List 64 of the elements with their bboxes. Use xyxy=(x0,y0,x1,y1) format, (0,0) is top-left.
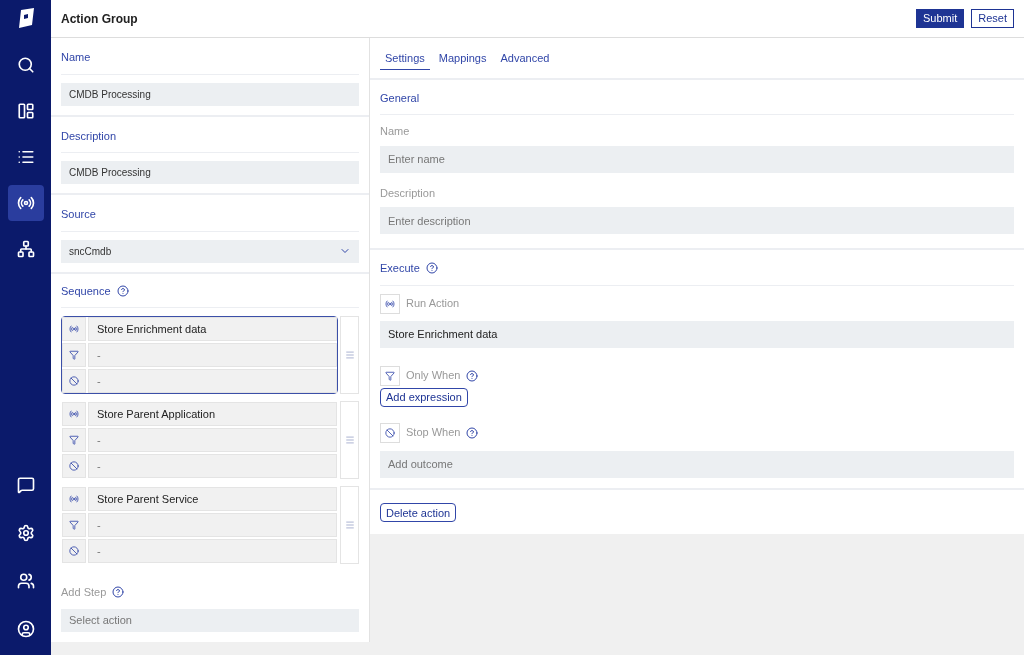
help-icon[interactable] xyxy=(116,284,129,297)
tab[interactable]: Mappings xyxy=(433,50,492,70)
field-label: Name xyxy=(380,124,411,139)
step-stop: - xyxy=(88,369,337,393)
help-icon[interactable] xyxy=(112,586,125,599)
stop-icon xyxy=(69,461,79,471)
add-expression-button[interactable]: Add expression xyxy=(380,387,468,407)
stop-icon xyxy=(69,546,79,556)
step-condition: - xyxy=(88,428,337,452)
step-condition: - xyxy=(88,343,337,367)
field-label: Run Action xyxy=(406,296,460,312)
step-action: Store Parent Service xyxy=(88,487,337,511)
name-field[interactable]: CMDB Processing xyxy=(61,82,359,106)
step-condition: - xyxy=(88,513,337,537)
source-dropdown[interactable]: sncCmdb xyxy=(61,239,359,263)
help-icon[interactable] xyxy=(466,369,479,382)
reset-button[interactable]: Reset xyxy=(971,9,1014,28)
select-action-field[interactable]: Select action xyxy=(61,608,359,632)
step-stop: - xyxy=(88,539,337,563)
filter-icon xyxy=(385,370,395,381)
broadcast-icon xyxy=(69,494,79,504)
step-card[interactable]: Store Parent Application - - xyxy=(61,401,338,479)
field-label: Sequence xyxy=(61,283,111,299)
stop-icon xyxy=(69,376,79,386)
field-label: Only When xyxy=(406,368,461,384)
broadcast-icon xyxy=(69,409,79,419)
step-card[interactable]: Store Enrichment data - - xyxy=(61,316,338,394)
tab[interactable]: Advanced xyxy=(495,50,555,70)
drag-icon xyxy=(344,520,355,530)
text-field[interactable]: Enter description xyxy=(380,207,1014,234)
submit-button[interactable]: Submit xyxy=(916,9,965,28)
step-action: Store Parent Application xyxy=(88,402,337,426)
text-field[interactable]: Enter name xyxy=(380,145,1014,173)
filter-icon xyxy=(69,435,79,445)
step-stop: - xyxy=(88,454,337,478)
field-label: Stop When xyxy=(406,425,461,441)
stop-icon xyxy=(385,427,395,438)
description-field[interactable]: CMDB Processing xyxy=(61,161,359,184)
section-title: General xyxy=(380,90,420,106)
drag-handle[interactable] xyxy=(340,401,359,479)
broadcast-icon xyxy=(385,298,395,309)
field-label: Add Step xyxy=(61,585,107,600)
delete-action-button[interactable]: Delete action xyxy=(380,503,457,523)
field-label: Name xyxy=(61,50,91,65)
step-action: Store Enrichment data xyxy=(88,317,337,341)
help-icon[interactable] xyxy=(466,426,479,439)
section-title: Execute xyxy=(380,261,420,276)
page-title: Action Group xyxy=(61,10,139,28)
help-icon[interactable] xyxy=(425,262,438,275)
filter-icon xyxy=(69,520,79,530)
field-label: Description xyxy=(380,185,437,201)
broadcast-icon xyxy=(69,324,79,334)
filter-icon xyxy=(69,350,79,360)
drag-handle[interactable] xyxy=(340,486,359,564)
step-card[interactable]: Store Parent Service - - xyxy=(61,486,338,564)
run-action-field[interactable]: Store Enrichment data xyxy=(380,320,1014,348)
drag-handle[interactable] xyxy=(340,316,359,394)
outcome-field[interactable]: Add outcome xyxy=(380,450,1014,478)
field-label: Source xyxy=(61,207,96,222)
tab[interactable]: Settings xyxy=(380,50,430,70)
drag-icon xyxy=(344,435,355,445)
field-label: Description xyxy=(61,128,117,144)
drag-icon xyxy=(344,350,355,360)
broadcast-icon[interactable] xyxy=(7,185,44,221)
